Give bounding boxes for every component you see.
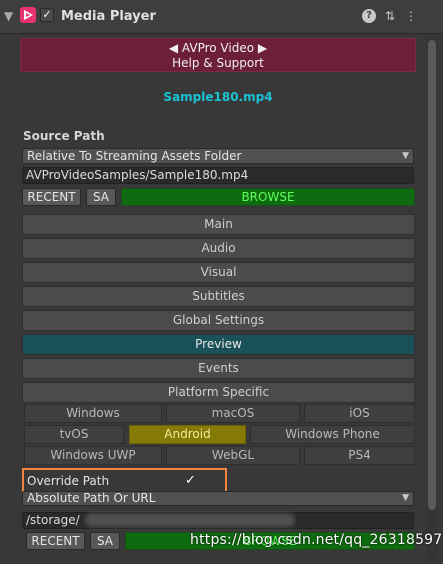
platform-ios[interactable]: iOS — [304, 404, 415, 423]
source-location-dropdown[interactable]: Relative To Streaming Assets Folder ▼ — [22, 148, 414, 164]
presets-icon[interactable]: ⇅ — [383, 9, 397, 23]
section-main[interactable]: Main — [22, 214, 415, 235]
section-subtitles[interactable]: Subtitles — [22, 286, 415, 307]
section-global-settings[interactable]: Global Settings — [22, 310, 415, 331]
source-location-value: Relative To Streaming Assets Folder — [27, 149, 242, 163]
avpro-logo-icon — [20, 7, 36, 23]
help-support-banner[interactable]: ◀ AVPro Video ▶ Help & Support — [20, 38, 416, 72]
platform-ps4[interactable]: PS4 — [304, 446, 415, 465]
recent-button[interactable]: RECENT — [22, 188, 81, 206]
platform-tvos[interactable]: tvOS — [24, 425, 124, 444]
platform-windows[interactable]: Windows — [24, 404, 162, 423]
media-filename: Sample180.mp4 — [163, 90, 273, 104]
browse-button[interactable]: BROWSE — [121, 188, 415, 206]
section-audio[interactable]: Audio — [22, 238, 415, 259]
section-events[interactable]: Events — [22, 358, 415, 379]
watermark-text: https://blog.csdn.net/qq_26318597 — [190, 532, 443, 548]
banner-title: ◀ AVPro Video ▶ — [168, 41, 268, 55]
platform-windows-phone[interactable]: Windows Phone — [250, 425, 415, 444]
platform-android[interactable]: Android — [129, 425, 246, 444]
foldout-arrow-icon[interactable]: ▼ — [4, 9, 13, 23]
redaction-blur — [85, 513, 295, 527]
source-path-field[interactable]: AVProVideoSamples/Sample180.mp4 — [22, 167, 414, 184]
component-title: Media Player — [61, 9, 156, 24]
platform-windows-uwp[interactable]: Windows UWP — [24, 446, 162, 465]
section-visual[interactable]: Visual — [22, 262, 415, 283]
help-icon[interactable]: ? — [362, 9, 376, 23]
banner-subtitle: Help & Support — [172, 56, 264, 70]
section-platform-specific[interactable]: Platform Specific — [22, 382, 415, 403]
scrollbar-thumb[interactable] — [428, 40, 436, 510]
dropdown-arrow-icon: ▼ — [402, 151, 409, 161]
platform-macos[interactable]: macOS — [166, 404, 300, 423]
override-recent-button[interactable]: RECENT — [26, 532, 85, 550]
section-preview[interactable]: Preview — [22, 334, 415, 355]
sa-button[interactable]: SA — [86, 188, 116, 206]
platform-webgl[interactable]: WebGL — [166, 446, 300, 465]
dropdown-arrow-icon: ▼ — [402, 493, 409, 503]
component-enabled-checkbox[interactable]: ✓ — [40, 8, 54, 22]
source-path-label: Source Path — [23, 129, 105, 143]
context-menu-icon[interactable]: ⋮ — [404, 9, 418, 23]
override-location-value: Absolute Path Or URL — [27, 491, 156, 505]
override-location-dropdown[interactable]: Absolute Path Or URL ▼ — [22, 491, 414, 506]
override-sa-button[interactable]: SA — [90, 532, 120, 550]
